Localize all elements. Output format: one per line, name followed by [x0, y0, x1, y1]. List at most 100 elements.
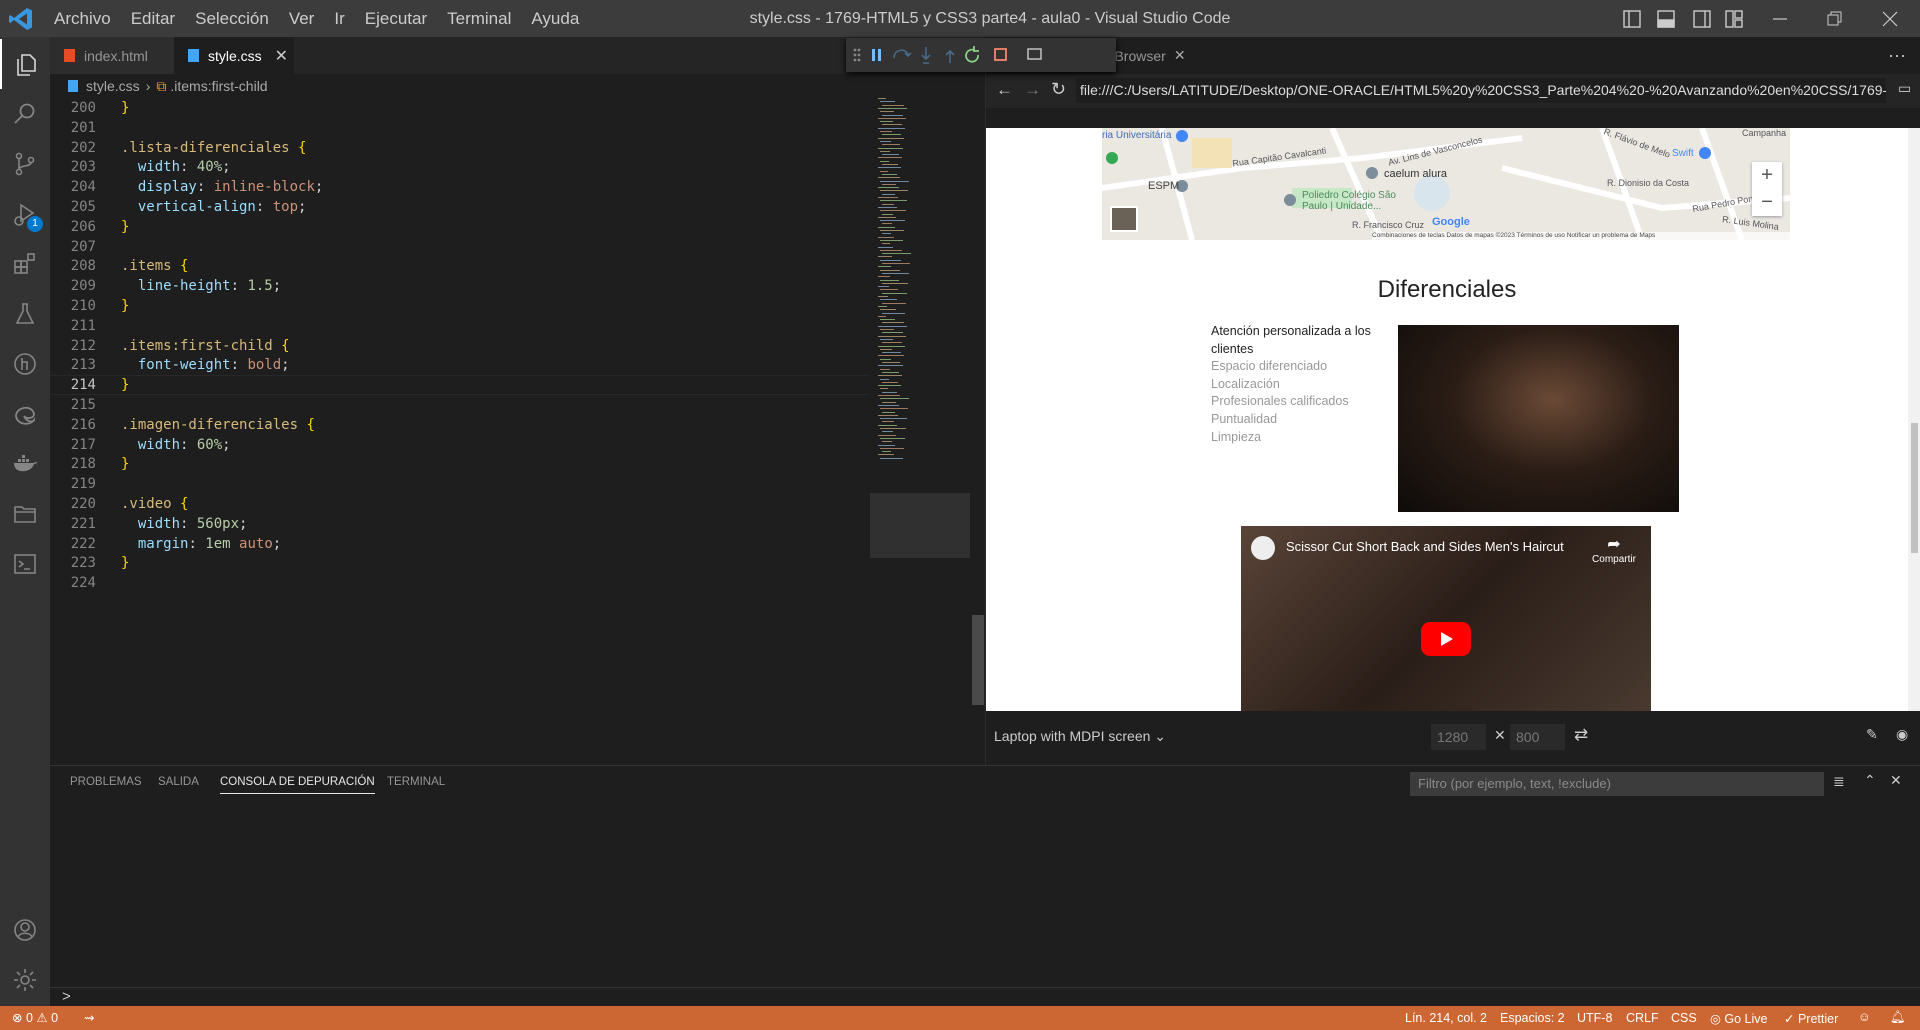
files-icon[interactable] [0, 39, 50, 89]
console-prompt[interactable]: > [62, 988, 71, 1005]
map-footer: Combinaciones de teclas Datos de mapas ©… [1372, 232, 1790, 240]
line-number: 212 [70, 337, 96, 354]
rotate-icon[interactable]: ⇄ [1574, 725, 1588, 745]
zoom-out-button[interactable]: − [1752, 189, 1782, 216]
search-icon[interactable] [0, 89, 50, 139]
breadcrumb-file[interactable]: style.css [86, 78, 140, 94]
problems-status[interactable]: ⊗ 0 ⚠ 0 [12, 1010, 58, 1025]
run-debug-icon[interactable]: 1 [0, 189, 50, 239]
close-window-button[interactable] [1880, 9, 1900, 34]
menu-editar[interactable]: Editar [121, 0, 185, 37]
minimap-line [878, 335, 906, 337]
menu-ayuda[interactable]: Ayuda [521, 0, 589, 37]
minimap-line [880, 131, 892, 132]
tab-index-html[interactable]: index.html [50, 37, 174, 74]
close-panel-icon[interactable]: ✕ [1890, 772, 1902, 789]
back-icon[interactable]: ← [996, 80, 1013, 100]
menu-ejecutar[interactable]: Ejecutar [355, 0, 437, 37]
map-label: caelum alura [1384, 168, 1447, 180]
minimap-line [878, 216, 896, 218]
code-line: margin: 1em auto; [137, 535, 282, 552]
breadcrumb-symbol[interactable]: .items:first-child [170, 78, 267, 94]
go-live-button[interactable]: ◎ Go Live [1710, 1011, 1767, 1026]
visibility-icon[interactable]: ◉ [1896, 726, 1908, 743]
code-editor[interactable]: 200} 201 202 .lista-diferenciales {203 widt… [50, 98, 985, 765]
docker-icon[interactable] [0, 439, 50, 489]
browser-viewport[interactable]: ria Universitária Rua Capitão Cavalcanti… [986, 128, 1908, 711]
screencast-icon[interactable]: ▭ [1898, 80, 1911, 97]
tab-salida[interactable]: SALIDA [158, 776, 199, 788]
debug-status-icon[interactable]: ⇝ [84, 1010, 94, 1025]
chevron-up-icon[interactable]: ⌃ [1864, 772, 1876, 789]
forward-icon[interactable]: → [1024, 80, 1041, 100]
git-graph-icon[interactable] [0, 339, 50, 389]
youtube-video[interactable]: Scissor Cut Short Back and Sides Men's H… [1241, 526, 1651, 711]
tab-style-css[interactable]: style.css ✕ [174, 37, 294, 74]
tab-problemas[interactable]: PROBLEMAS [70, 776, 142, 788]
map-satellite-thumbnail[interactable] [1110, 206, 1138, 232]
testing-icon[interactable] [0, 289, 50, 339]
reload-icon[interactable]: ↻ [1051, 79, 1066, 100]
minimap-line [882, 451, 891, 453]
minimize-button[interactable] [1770, 9, 1790, 34]
minimap-line [878, 206, 897, 208]
tab-terminal[interactable]: TERMINAL [387, 776, 445, 788]
minimap-line [880, 388, 888, 390]
menu-seleccion[interactable]: Selección [185, 0, 279, 37]
edge-icon[interactable] [0, 389, 50, 439]
editor-scrollbar[interactable] [972, 615, 984, 705]
restore-button[interactable] [1824, 9, 1844, 34]
throttle-icon[interactable]: ✎ [1866, 726, 1878, 743]
tab-consola-depuracion[interactable]: CONSOLA DE DEPURACIÓN [220, 776, 375, 794]
url-input[interactable]: file:///C:/Users/LATITUDE/Desktop/ONE-OR… [1076, 78, 1886, 103]
minimap-line [882, 183, 896, 185]
video-title[interactable]: Scissor Cut Short Back and Sides Men's H… [1286, 539, 1564, 554]
share-button[interactable]: ➦ Compartir [1589, 534, 1639, 565]
minimap-line [878, 395, 900, 396]
minimap-line [882, 332, 903, 334]
line-number: 210 [70, 298, 96, 314]
close-tab-icon[interactable]: ✕ [275, 46, 288, 66]
cursor-position[interactable]: Lín. 214, col. 2 [1405, 1011, 1487, 1025]
channel-avatar[interactable] [1251, 536, 1275, 560]
browser-tab[interactable]: Tools: Browser ✕ ··· [1074, 37, 1920, 74]
extensions-icon[interactable] [0, 239, 50, 289]
account-icon[interactable] [0, 905, 50, 955]
minimap-line [880, 329, 894, 330]
zoom-in-button[interactable]: + [1752, 162, 1782, 189]
minimap-line [880, 319, 895, 321]
more-actions-icon[interactable]: ··· [1888, 45, 1906, 66]
terminal-icon[interactable] [0, 539, 50, 589]
indentation[interactable]: Espacios: 2 [1500, 1011, 1565, 1025]
minimap-line [878, 117, 906, 119]
viewport-scrollbar[interactable] [1908, 128, 1920, 711]
height-input[interactable]: 800 [1510, 724, 1565, 750]
embedded-map[interactable]: ria Universitária Rua Capitão Cavalcanti… [1102, 128, 1790, 240]
menu-terminal[interactable]: Terminal [437, 0, 521, 37]
minimap-line [882, 114, 903, 116]
menu-archivo[interactable]: Archivo [44, 0, 121, 37]
minimap-line [880, 239, 903, 241]
youtube-play-button[interactable] [1421, 622, 1471, 656]
language-mode[interactable]: CSS [1671, 1011, 1697, 1025]
word-wrap-icon[interactable]: ≣ [1833, 773, 1845, 790]
minimap[interactable] [870, 98, 970, 558]
status-bar: ⊗ 0 ⚠ 0 ⇝ Lín. 214, col. 2 Espacios: 2 U… [0, 1006, 1920, 1030]
scrollbar-thumb[interactable] [1911, 423, 1918, 553]
minimap-line [880, 348, 892, 350]
filter-input[interactable]: Filtro (por ejemplo, text, !exclude) [1410, 772, 1824, 796]
settings-gear-icon[interactable] [0, 955, 50, 1005]
prettier-status[interactable]: ✓ Prettier [1784, 1011, 1838, 1026]
feedback-icon[interactable]: ☺ [1858, 1010, 1871, 1024]
menu-ir[interactable]: Ir [324, 0, 354, 37]
folder-icon[interactable] [0, 489, 50, 539]
device-select[interactable]: Laptop with MDPI screen ⌄ [994, 728, 1166, 745]
minimap-slider[interactable] [870, 493, 970, 558]
encoding[interactable]: UTF-8 [1577, 1011, 1612, 1025]
menu-ver[interactable]: Ver [279, 0, 325, 37]
close-tab-icon[interactable]: ✕ [1174, 47, 1186, 64]
width-input[interactable]: 1280 [1431, 724, 1486, 750]
notifications-icon[interactable]: 🔔︎ [1890, 1010, 1906, 1025]
eol[interactable]: CRLF [1626, 1011, 1659, 1025]
source-control-icon[interactable] [0, 139, 50, 189]
